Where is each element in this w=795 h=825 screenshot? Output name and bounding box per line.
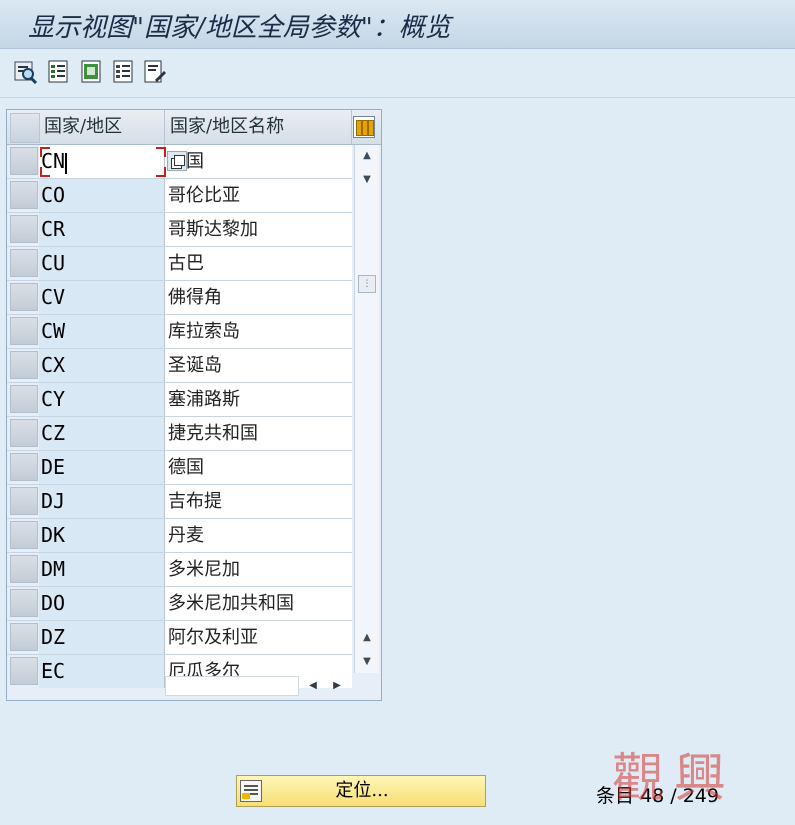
country-code-cell[interactable]: DZ (39, 621, 165, 654)
table-row[interactable]: DK 丹麦 (7, 519, 352, 553)
scroll-thumb[interactable]: ⋮ (358, 275, 376, 293)
country-code-cell[interactable]: EC (39, 655, 165, 688)
country-code-cell[interactable]: DO (39, 587, 165, 620)
position-button-label: 定位... (335, 780, 389, 801)
column-settings-icon[interactable] (353, 116, 375, 138)
country-code-cell[interactable]: CO (39, 179, 165, 212)
deselect-all-icon[interactable] (112, 60, 136, 84)
select-all-rows-button[interactable] (10, 113, 40, 143)
row-selector[interactable] (10, 385, 38, 413)
country-name-cell: 丹麦 (165, 519, 352, 552)
table-row[interactable]: DO 多米尼加共和国 (7, 587, 352, 621)
application-toolbar (0, 49, 795, 98)
print-icon[interactable] (143, 60, 167, 84)
row-selector[interactable] (10, 521, 38, 549)
table-header: 国家/地区 国家/地区名称 (7, 110, 381, 145)
vertical-scrollbar[interactable]: ▲ ▼ ⋮ ▲ ▼ (354, 145, 379, 673)
country-code-cell[interactable]: CU (39, 247, 165, 280)
country-code-cell[interactable]: CX (39, 349, 165, 382)
row-selector[interactable] (10, 215, 38, 243)
row-selector[interactable] (10, 623, 38, 651)
page-down-icon[interactable]: ▼ (358, 171, 376, 189)
scroll-right-icon[interactable]: ▶ (327, 676, 347, 696)
page-up-icon[interactable]: ▲ (358, 629, 376, 647)
country-code-cell[interactable]: DE (39, 451, 165, 484)
row-selector[interactable] (10, 453, 38, 481)
table-row[interactable]: CY 塞浦路斯 (7, 383, 352, 417)
table-body: CN 国 CO 哥伦比亚 CR 哥斯达黎加 CU 古巴 CV 佛得角 CW 库拉索岛 CX… (7, 145, 352, 688)
title-bar: 显示视图"国家/地区全局参数"：概览 (0, 0, 795, 49)
country-name-cell: 库拉索岛 (165, 315, 352, 348)
horizontal-scroll-track[interactable] (165, 676, 299, 696)
country-name-cell: 哥伦比亚 (165, 179, 352, 212)
select-block-icon[interactable] (80, 60, 104, 84)
country-name-cell: 哥斯达黎加 (165, 213, 352, 246)
row-selector[interactable] (10, 249, 38, 277)
country-name-cell: 多米尼加 (165, 553, 352, 586)
table-row[interactable]: CV 佛得角 (7, 281, 352, 315)
country-name-cell: 古巴 (165, 247, 352, 280)
row-selector[interactable] (10, 317, 38, 345)
row-selector[interactable] (10, 181, 38, 209)
details-icon[interactable] (14, 60, 38, 84)
country-table: 国家/地区 国家/地区名称 CN 国 CO 哥伦比亚 CR 哥斯达黎加 CU 古巴 C… (6, 109, 382, 701)
table-row[interactable]: CO 哥伦比亚 (7, 179, 352, 213)
row-selector[interactable] (10, 419, 38, 447)
row-selector[interactable] (10, 657, 38, 685)
position-button[interactable]: 定位... (236, 775, 486, 807)
row-selector[interactable] (10, 555, 38, 583)
column-header-country-name[interactable]: 国家/地区名称 (165, 110, 352, 144)
country-name-cell: 圣诞岛 (165, 349, 352, 382)
country-name-cell: 吉布提 (165, 485, 352, 518)
country-name-cell: 国 (165, 145, 352, 178)
table-row[interactable]: DZ 阿尔及利亚 (7, 621, 352, 655)
country-code-cell[interactable]: CW (39, 315, 165, 348)
table-row[interactable]: CU 古巴 (7, 247, 352, 281)
country-code-cell[interactable]: CN (39, 145, 165, 178)
row-selector[interactable] (10, 283, 38, 311)
scroll-down-icon[interactable]: ▼ (358, 653, 376, 671)
select-all-icon[interactable] (47, 60, 71, 84)
scroll-up-icon[interactable]: ▲ (358, 147, 376, 165)
row-selector[interactable] (10, 487, 38, 515)
horizontal-scrollbar[interactable]: ◀ ▶ (165, 673, 352, 697)
window-title: 显示视图"国家/地区全局参数"：概览 (28, 13, 451, 43)
country-name-cell: 捷克共和国 (165, 417, 352, 450)
table-row[interactable]: DM 多米尼加 (7, 553, 352, 587)
country-code-cell[interactable]: CZ (39, 417, 165, 450)
scroll-left-icon[interactable]: ◀ (303, 676, 323, 696)
table-row[interactable]: CR 哥斯达黎加 (7, 213, 352, 247)
row-selector[interactable] (10, 351, 38, 379)
country-code-cell[interactable]: DJ (39, 485, 165, 518)
country-name-cell: 塞浦路斯 (165, 383, 352, 416)
copy-icon[interactable] (167, 151, 187, 171)
country-code-cell[interactable]: DK (39, 519, 165, 552)
country-code-cell[interactable]: CY (39, 383, 165, 416)
country-code-cell[interactable]: DM (39, 553, 165, 586)
country-code-cell[interactable]: CR (39, 213, 165, 246)
row-selector[interactable] (10, 147, 38, 175)
table-row[interactable]: CX 圣诞岛 (7, 349, 352, 383)
country-name-cell: 多米尼加共和国 (165, 587, 352, 620)
table-row[interactable]: CW 库拉索岛 (7, 315, 352, 349)
column-header-country[interactable]: 国家/地区 (39, 110, 165, 144)
country-name-cell: 佛得角 (165, 281, 352, 314)
watermark-seal: 觀興 (612, 749, 737, 809)
table-row[interactable]: CN 国 (7, 145, 352, 179)
country-name-cell: 阿尔及利亚 (165, 621, 352, 654)
row-selector[interactable] (10, 589, 38, 617)
table-row[interactable]: DE 德国 (7, 451, 352, 485)
table-row[interactable]: CZ 捷克共和国 (7, 417, 352, 451)
country-name-cell: 德国 (165, 451, 352, 484)
country-code-cell[interactable]: CV (39, 281, 165, 314)
table-row[interactable]: DJ 吉布提 (7, 485, 352, 519)
